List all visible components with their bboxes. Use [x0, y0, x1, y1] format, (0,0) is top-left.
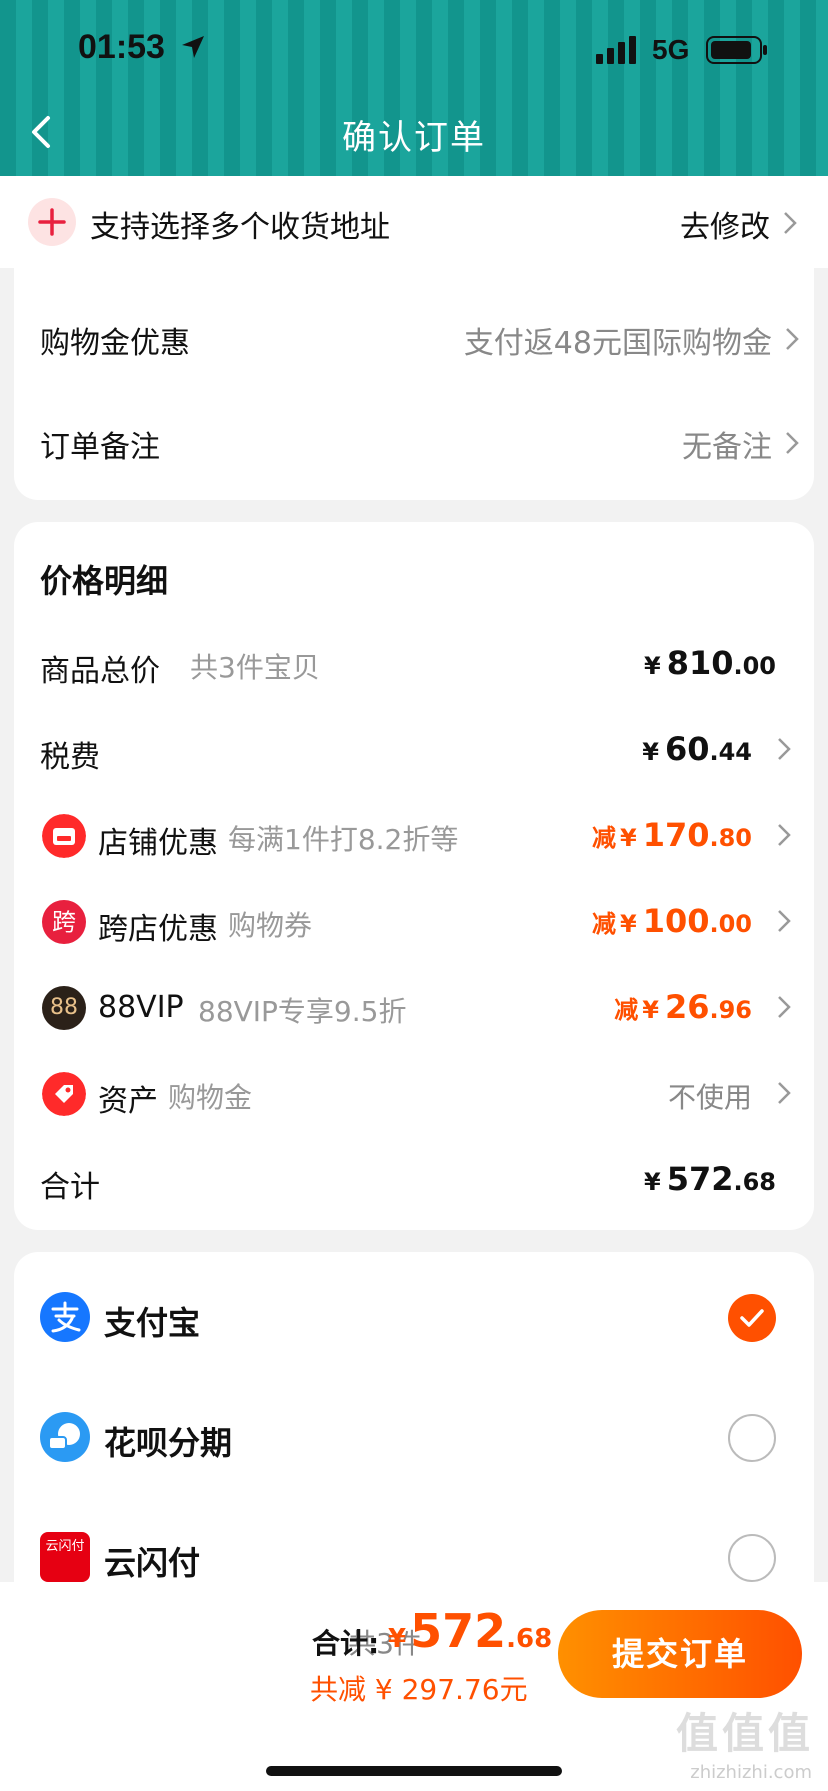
huabei-icon — [40, 1412, 90, 1462]
chevron-right-icon — [778, 1082, 791, 1104]
checkmark-icon — [740, 1309, 764, 1327]
tax-row[interactable]: 税费 ¥60.44 — [14, 720, 814, 780]
unionpay-icon: 云闪付 — [40, 1532, 90, 1582]
watermark-url: zhizhizhi.com — [690, 1762, 812, 1783]
tag-icon — [42, 1072, 86, 1116]
vip-desc: 88VIP专享9.5折 — [198, 995, 407, 1028]
assets-row[interactable]: 资产 购物金 不使用 — [14, 1064, 814, 1124]
home-indicator[interactable] — [266, 1766, 562, 1776]
store-icon — [42, 814, 86, 858]
goods-total-amount: ¥810.00 — [643, 644, 776, 682]
vip-88-icon: 88 — [42, 986, 86, 1030]
shopping-credit-value: 支付返48元国际购物金 — [463, 326, 772, 361]
price-detail-title: 价格明细 — [40, 562, 169, 600]
shopping-credit-label: 购物金优惠 — [40, 326, 190, 361]
chevron-right-icon — [784, 212, 797, 234]
watermark-logo: 值值值 — [675, 1709, 814, 1758]
signal-icon — [596, 36, 636, 64]
cross-store-discount-row[interactable]: 跨 跨店优惠 购物券 减 ¥100.00 — [14, 892, 814, 952]
store-discount-label: 店铺优惠 — [98, 826, 218, 861]
total-row: 合计 ¥572.68 — [14, 1150, 814, 1210]
order-note-value: 无备注 — [682, 430, 772, 465]
address-bar[interactable]: 支持选择多个收货地址 去修改 — [0, 176, 828, 268]
battery-icon — [706, 36, 767, 64]
address-edit-link[interactable]: 去修改 — [680, 202, 770, 246]
payment-option-alipay[interactable]: 支付宝 — [14, 1278, 814, 1358]
chevron-right-icon — [778, 996, 791, 1018]
alipay-icon — [40, 1292, 90, 1342]
submit-order-button[interactable]: 提交订单 — [558, 1610, 802, 1698]
vip-label: 88VIP — [98, 990, 184, 1025]
chevron-right-icon — [786, 328, 799, 350]
vip-discount-amount: 减 ¥26.96 — [614, 988, 752, 1026]
bottom-bar: 共3件 合计: ¥572.68 共减 ¥ 297.76元 提交订单 值值值 zh… — [0, 1582, 828, 1791]
bottom-total-label: 合计: — [312, 1627, 380, 1660]
header: 01:53 5G 确认订单 — [0, 0, 828, 176]
page-title: 确认订单 — [342, 118, 486, 158]
chevron-right-icon — [778, 910, 791, 932]
network-type: 5G — [652, 34, 690, 65]
order-note-row[interactable]: 订单备注 无备注 — [14, 412, 814, 472]
chevron-right-icon — [778, 738, 791, 760]
cross-store-icon: 跨 — [42, 900, 86, 944]
radio-unselected[interactable] — [728, 1534, 776, 1582]
plus-icon — [28, 198, 76, 246]
assets-value: 不使用 — [667, 1081, 752, 1114]
total-label: 合计 — [40, 1170, 100, 1205]
chevron-right-icon — [778, 824, 791, 846]
saved-amount: 共减 ¥ 297.76元 — [310, 1673, 528, 1706]
store-discount-row[interactable]: 店铺优惠 每满1件打8.2折等 减 ¥170.80 — [14, 806, 814, 866]
order-note-label: 订单备注 — [40, 430, 160, 465]
tax-amount: ¥60.44 — [642, 730, 752, 768]
store-discount-desc: 每满1件打8.2折等 — [228, 823, 459, 856]
status-time: 01:53 — [78, 28, 165, 66]
radio-unselected[interactable] — [728, 1414, 776, 1462]
total-amount: ¥572.68 — [643, 1160, 776, 1198]
payment-option-huabei[interactable]: 花呗分期 — [14, 1398, 814, 1478]
assets-label: 资产 — [98, 1084, 158, 1119]
location-arrow-icon — [182, 36, 204, 58]
radio-selected[interactable] — [728, 1294, 776, 1342]
assets-desc: 购物金 — [168, 1081, 253, 1114]
payment-label: 花呗分期 — [104, 1424, 233, 1462]
payment-label: 支付宝 — [104, 1304, 201, 1342]
address-hint: 支持选择多个收货地址 — [90, 210, 390, 245]
order-options-card: 购物金优惠 支付返48元国际购物金 订单备注 无备注 — [14, 268, 814, 500]
cross-store-desc: 购物券 — [228, 909, 313, 942]
chevron-right-icon — [786, 432, 799, 454]
goods-total-label: 商品总价 — [40, 654, 160, 689]
price-detail-card: 价格明细 商品总价 共3件宝贝 ¥810.00 税费 ¥60.44 店铺优惠 每… — [14, 522, 814, 1230]
bottom-total-amount: ¥572.68 — [388, 1604, 553, 1658]
goods-total-row: 商品总价 共3件宝贝 ¥810.00 — [14, 634, 814, 694]
payment-label: 云闪付 — [104, 1544, 201, 1582]
cross-store-label: 跨店优惠 — [98, 912, 218, 947]
goods-count: 共3件宝贝 — [190, 651, 320, 684]
shopping-credit-row[interactable]: 购物金优惠 支付返48元国际购物金 — [14, 308, 814, 368]
cross-store-amount: 减 ¥100.00 — [591, 902, 752, 940]
tax-label: 税费 — [40, 740, 100, 775]
store-discount-amount: 减 ¥170.80 — [591, 816, 752, 854]
status-bar: 01:53 5G — [0, 24, 828, 76]
vip-discount-row[interactable]: 88 88VIP 88VIP专享9.5折 减 ¥26.96 — [14, 978, 814, 1038]
